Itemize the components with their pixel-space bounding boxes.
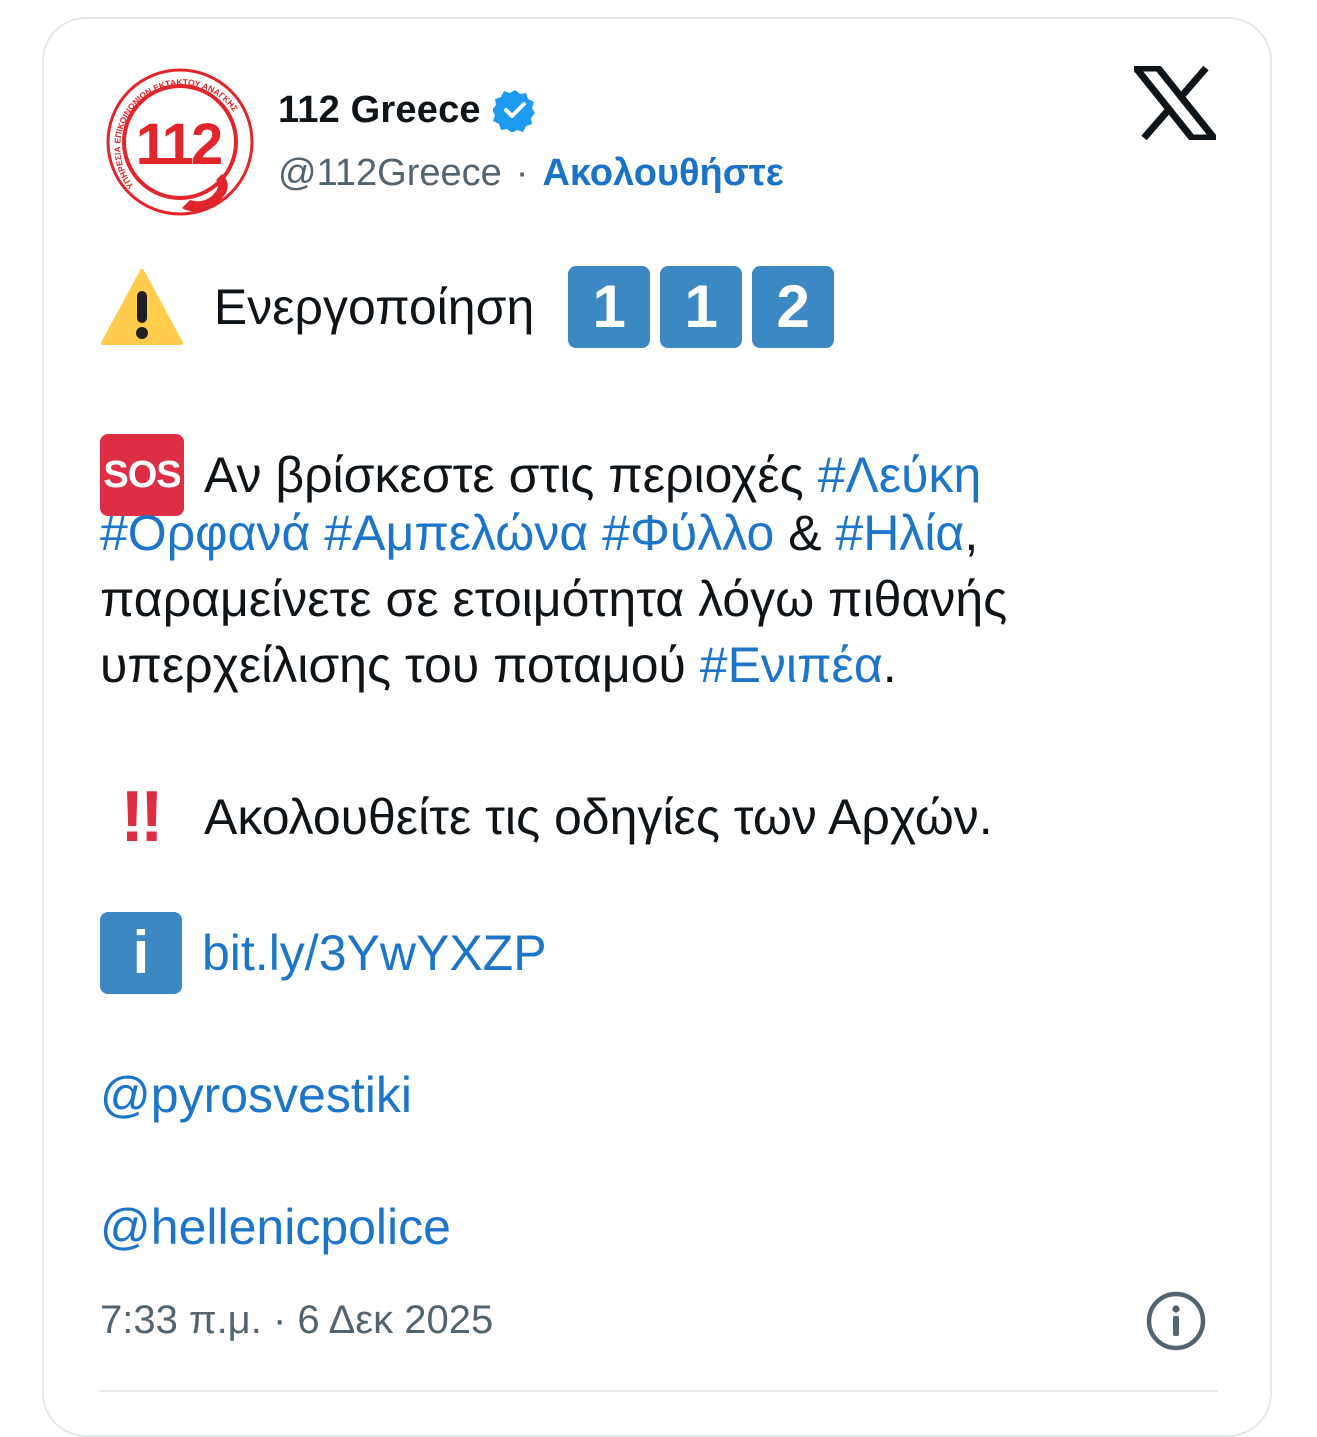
mention-link[interactable]: @pyrosvestiki [100,1062,412,1128]
info-icon[interactable] [1145,1290,1207,1352]
comma: , [964,505,979,561]
paragraph-line: υπερχείλισης του ποταμού #Ενιπέα. [100,632,897,698]
activation-text: Ενεργοποίηση [213,279,535,335]
hashtag-link[interactable]: #Ηλία [835,505,964,561]
separator-dot: · [515,152,529,194]
hashtag-link[interactable]: #Φύλλο [602,505,774,561]
double-exclamation-icon: ‼ [120,776,164,857]
follow-button[interactable]: Ακολουθήστε [542,152,783,195]
activation-line: Ενεργοποίηση 112 [100,266,835,348]
info-box-icon: i [100,912,182,994]
hashtag-link[interactable]: #Ενιπέα [700,637,883,693]
avatar-number: 112 [136,112,221,177]
paragraph-line: #Ορφανά #Αμπελώνα #Φύλλο & #Ηλία, [100,500,978,566]
divider [100,1390,1218,1392]
handle[interactable]: @112Greece [278,152,502,195]
hashtag-link[interactable]: #Ορφανά [100,505,310,561]
avatar[interactable]: ΥΠΗΡΕΣΙΑ ΕΠΙΚΟΙΝΩΝΙΩΝ ΕΚΤΑΚΤΟΥ ΑΝΑΓΚΗΣ 1… [104,66,256,218]
ampersand: & [774,505,836,561]
112-logo-icon: ΥΠΗΡΕΣΙΑ ΕΠΙΚΟΙΝΩΝΙΩΝ ΕΚΤΑΚΤΟΥ ΑΝΑΓΚΗΣ 1… [106,68,254,216]
mention-link[interactable]: @hellenicpolice [100,1194,451,1260]
display-name[interactable]: 112 Greece [278,89,481,132]
hashtag-link[interactable]: #Αμπελώνα [324,505,588,561]
keycap-digit: 2 [752,266,835,348]
paragraph-text: Αν βρίσκεστε στις περιοχές [204,447,818,503]
paragraph-text: υπερχείλισης του ποταμού [100,637,700,693]
period: . [882,637,897,693]
handle-row: @112Greece · Ακολουθήστε [278,152,784,195]
verified-badge-icon [492,90,535,132]
paragraph-line: παραμείνετε σε ετοιμότητα λόγω πιθανής [100,571,1008,627]
instruction-line: ‼ Ακολουθείτε τις οδηγίες των Αρχών. [100,776,993,857]
keycap-digit: 1 [660,266,743,348]
hashtag-link[interactable]: #Λεύκη [818,447,982,503]
timestamp[interactable]: 7:33 π.μ. · 6 Δεκ 2025 [100,1298,493,1343]
instruction-text: Ακολουθείτε τις οδηγίες των Αρχών. [204,788,993,845]
keycap-digit: 1 [568,266,651,348]
warning-icon [101,269,183,345]
short-link[interactable]: bit.ly/3YwYXZP [202,925,547,981]
info-link-line: i bit.ly/3YwYXZP [100,912,547,994]
x-logo-icon[interactable] [1134,66,1216,140]
author-name-row: 112 Greece [278,88,537,132]
